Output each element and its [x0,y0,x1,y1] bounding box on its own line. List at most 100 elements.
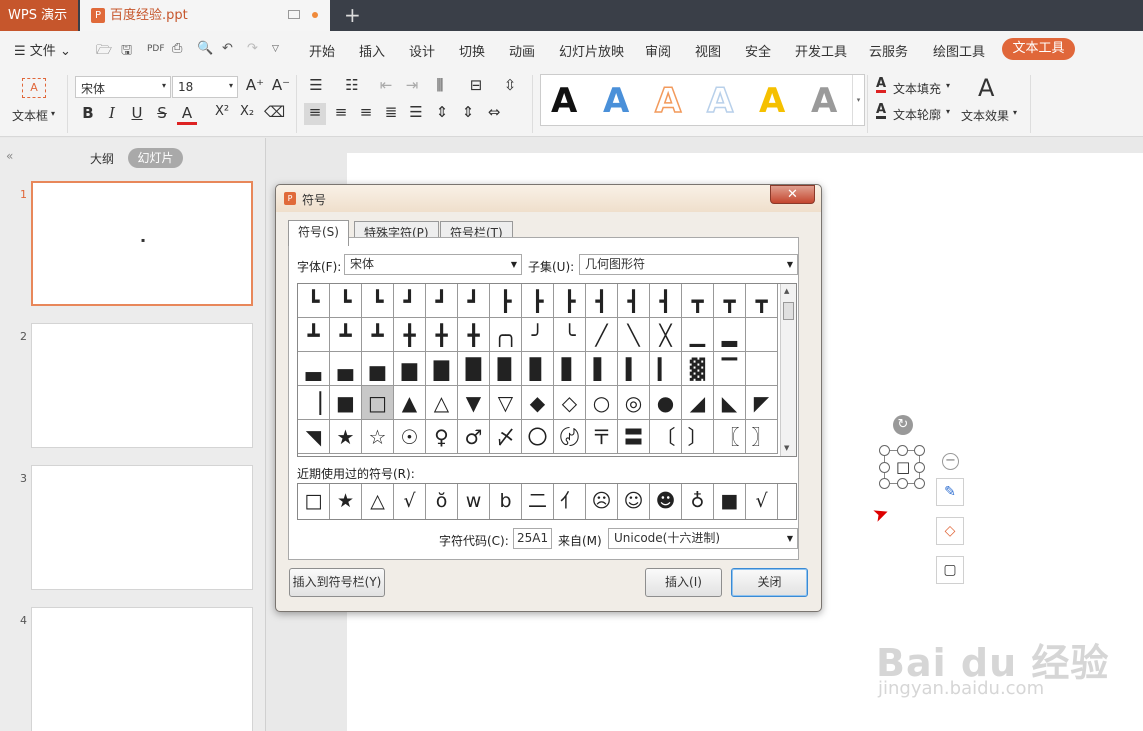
symbol-cell[interactable]: ┳ [682,284,714,318]
file-menu[interactable]: ☰ 文件 ⌄ [14,40,71,59]
font-color-button[interactable]: A [177,104,197,125]
symbol-cell[interactable]: ▕ [298,386,330,420]
resize-handle[interactable] [897,478,908,489]
strikethrough-button[interactable]: S [152,104,172,122]
menu-review[interactable]: 审阅 [645,41,671,60]
symbol-cell[interactable]: 〄 [554,420,586,454]
symbol-cell[interactable]: ▽ [490,386,522,420]
symbol-cell[interactable]: ┳ [714,284,746,318]
text-outline-button[interactable]: 文本轮廓 [893,106,941,123]
insert-to-bar-button[interactable]: 插入到符号栏(Y) [289,568,385,597]
decrease-indent-icon[interactable]: ⇤ [376,76,396,94]
subscript-button[interactable]: X₂ [237,104,257,119]
symbol-cell[interactable]: ┗ [298,284,330,318]
recent-symbol-cell[interactable]: 二 [522,484,554,519]
symbol-cell[interactable]: ▃ [298,352,330,386]
symbol-cell[interactable]: 〗 [746,420,778,454]
menu-start[interactable]: 开始 [309,41,335,60]
open-folder-icon[interactable]: 🗁 [96,41,112,63]
symbol-cell[interactable]: ▁ [682,318,714,352]
superscript-button[interactable]: X² [212,104,232,119]
menu-text-tools[interactable]: 文本工具 [1002,38,1075,60]
document-tab[interactable]: P 百度经验.ppt [80,0,330,31]
symbol-cell[interactable] [746,352,778,386]
increase-indent-icon[interactable]: ⇥ [402,76,422,94]
recent-symbol-cell[interactable]: ★ [330,484,362,519]
recent-symbol-cell[interactable]: 亻 [554,484,586,519]
symbol-cell[interactable]: ┻ [330,318,362,352]
symbol-cell[interactable] [746,318,778,352]
symbol-cell[interactable]: ◣ [714,386,746,420]
resize-handle[interactable] [879,445,890,456]
symbol-cell[interactable]: ▉ [490,352,522,386]
symbol-cell[interactable]: ┛ [426,284,458,318]
dialog-titlebar[interactable]: P 符号 ✕ [276,185,821,212]
symbol-cell[interactable]: ┗ [330,284,362,318]
symbol-cell[interactable]: 〆 [490,420,522,454]
align-right-icon[interactable]: ≡ [356,103,376,121]
symbol-cell[interactable]: ● [650,386,682,420]
symbol-cell[interactable]: ╱ [586,318,618,352]
grid-scrollbar[interactable]: ▲ ▼ [780,284,796,456]
border-style-icon[interactable]: ▢ [936,556,964,584]
shrink-font-icon[interactable]: A⁻ [271,76,291,94]
symbol-cell[interactable]: ◥ [298,420,330,454]
symbol-cell[interactable]: ╋ [458,318,490,352]
resize-handle[interactable] [879,462,890,473]
recent-symbol-cell[interactable]: □ [298,484,330,519]
undo-icon[interactable]: ↶ [222,41,233,56]
wordart-style-3[interactable]: A [654,80,682,122]
symbol-cell[interactable]: □ [362,386,394,420]
resize-handle[interactable] [897,445,908,456]
menu-slideshow[interactable]: 幻灯片放映 [559,41,624,60]
symbol-cell[interactable]: ▲ [394,386,426,420]
symbol-cell[interactable]: 〇 [522,420,554,454]
symbol-cell[interactable]: △ [426,386,458,420]
bold-button[interactable]: B [78,104,98,122]
symbol-cell[interactable]: ┫ [586,284,618,318]
dialog-close-button[interactable]: ✕ [770,185,815,204]
wordart-style-2[interactable]: A [603,81,629,121]
font-select[interactable]: 宋体 ▼ [344,254,522,275]
symbol-cell[interactable]: ▂ [714,318,746,352]
charcode-input[interactable]: 25A1 [513,528,552,549]
symbol-cell[interactable]: ☆ [362,420,394,454]
symbol-cell[interactable]: ╳ [650,318,682,352]
bullet-list-icon[interactable]: ☰ [306,76,326,94]
symbol-cell[interactable]: 〕 [682,420,714,454]
symbol-cell[interactable]: ○ [586,386,618,420]
wordart-style-6[interactable]: A [811,81,837,121]
recent-symbol-cell[interactable]: w [458,484,490,519]
symbol-cell[interactable]: ┣ [554,284,586,318]
fill-bucket-icon[interactable]: ◇ [936,517,964,545]
symbol-cell[interactable]: ┛ [458,284,490,318]
recent-symbol-cell[interactable]: ŏ [426,484,458,519]
symbol-cell[interactable]: ▎ [650,352,682,386]
symbol-cell[interactable]: ┫ [650,284,682,318]
resize-handle[interactable] [879,478,890,489]
symbol-cell[interactable]: 〖 [714,420,746,454]
pdf-icon[interactable]: PDF [147,44,165,54]
menu-insert[interactable]: 插入 [359,41,385,60]
symbol-cell[interactable]: ▔ [714,352,746,386]
text-fill-button[interactable]: 文本填充 [893,80,941,97]
menu-developer[interactable]: 开发工具 [795,41,847,60]
clear-format-icon[interactable]: ⌫ [264,103,285,121]
line-spacing-icon[interactable]: ⇳ [500,76,520,94]
wordart-style-5[interactable]: A [759,81,785,121]
rotate-handle-icon[interactable]: ↻ [893,415,913,435]
recent-symbol-cell[interactable]: b [490,484,522,519]
slide-thumbnail-2[interactable] [31,323,253,448]
slide-thumbnail-3[interactable] [31,465,253,590]
underline-button[interactable]: U [127,104,147,122]
collapse-panel-icon[interactable]: « [6,149,13,163]
recent-symbol-cell[interactable]: √ [394,484,426,519]
symbol-cell[interactable]: ▍ [618,352,650,386]
menu-cloud[interactable]: 云服务 [869,41,908,60]
text-outline-icon[interactable]: A [876,103,887,119]
symbol-cell[interactable]: ╋ [394,318,426,352]
text-effect-button[interactable]: 文本效果 [961,107,1009,124]
align-center-icon[interactable]: ≡ [331,103,351,121]
symbol-cell[interactable]: ▋ [554,352,586,386]
justify-icon[interactable]: ≣ [381,103,401,121]
